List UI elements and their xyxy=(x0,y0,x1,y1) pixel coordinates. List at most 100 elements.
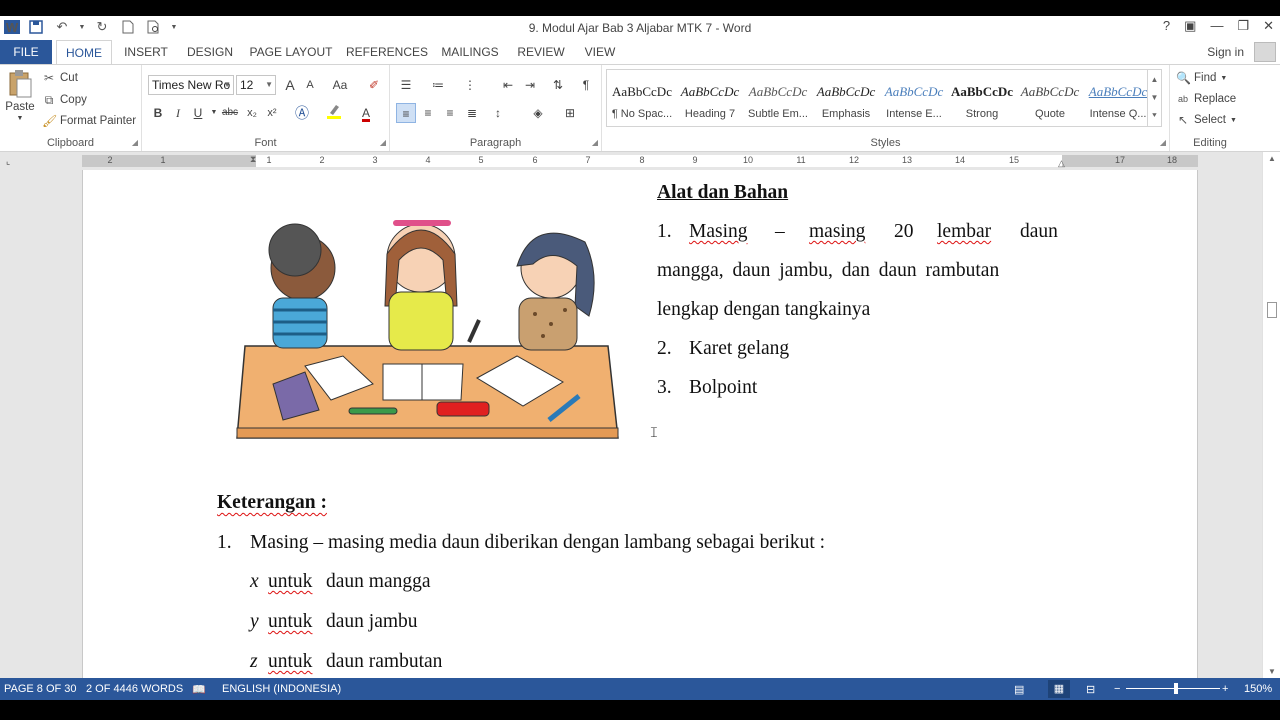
numbering-icon[interactable]: ≔ xyxy=(428,75,448,95)
align-center-icon[interactable]: ≡ xyxy=(418,103,438,123)
show-formatting-button[interactable]: ¶ xyxy=(576,75,596,95)
tab-mailings[interactable]: MAILINGS xyxy=(438,40,502,64)
text-effects-icon[interactable]: Ⓐ xyxy=(292,103,312,123)
bullets-icon[interactable]: ☰ xyxy=(396,75,416,95)
tab-review[interactable]: REVIEW xyxy=(514,40,568,64)
style-no-spacing[interactable]: AaBbCcDc ¶ No Spac... xyxy=(609,72,675,124)
style-quote[interactable]: AaBbCcDc Quote xyxy=(1017,72,1083,124)
ribbon-display-options-icon[interactable]: ▣ xyxy=(1184,18,1196,34)
document-page[interactable]: Alat dan Bahan 1. Masing – masing 20 lem… xyxy=(82,170,1198,678)
replace-button[interactable]: ab Replace xyxy=(1176,92,1236,106)
superscript-button[interactable]: x² xyxy=(262,103,282,123)
increase-indent-icon[interactable]: ⇥ xyxy=(520,75,540,95)
line-spacing-icon[interactable]: ↕ xyxy=(488,103,508,123)
style-emphasis[interactable]: AaBbCcDc Emphasis xyxy=(813,72,879,124)
horizontal-ruler[interactable]: ⌞ 2 1 1 2 3 4 5 6 7 8 9 10 11 12 13 14 1… xyxy=(0,152,1280,170)
ruler-number: 14 xyxy=(954,155,965,165)
paragraph-launcher-icon[interactable]: ◢ xyxy=(592,138,598,147)
tab-view[interactable]: VIEW xyxy=(578,40,622,64)
styles-launcher-icon[interactable]: ◢ xyxy=(1160,138,1166,147)
borders-icon[interactable]: ⊞ xyxy=(560,103,580,123)
multilevel-list-icon[interactable]: ⋮ xyxy=(460,75,480,95)
close-icon[interactable]: ✕ xyxy=(1263,18,1274,34)
shading-icon[interactable]: ◈ xyxy=(528,103,548,123)
tab-home[interactable]: HOME xyxy=(56,40,112,65)
title-bar: W ↶ ▼ ↻ ▼ 9. Modul Ajar Bab 3 Aljabar MT… xyxy=(0,16,1280,40)
highlight-color-icon[interactable] xyxy=(324,103,344,123)
font-size-box[interactable]: 12 ▼ xyxy=(236,75,276,95)
decrease-indent-icon[interactable]: ⇤ xyxy=(498,75,518,95)
gallery-down-icon[interactable]: ▼ xyxy=(1151,93,1159,102)
grow-font-button[interactable]: A xyxy=(280,75,300,95)
read-mode-icon[interactable]: ▤ xyxy=(1014,683,1024,696)
print-layout-icon[interactable]: ▦ xyxy=(1048,680,1070,698)
tab-file[interactable]: FILE xyxy=(0,40,52,64)
cut-button[interactable]: ✂ Cut xyxy=(42,71,78,85)
find-button[interactable]: 🔍 Find ▼ xyxy=(1176,71,1227,85)
word-count[interactable]: 2 OF 4446 WORDS xyxy=(86,683,183,695)
font-launcher-icon[interactable]: ◢ xyxy=(380,138,386,147)
ruler-number: 6 xyxy=(532,155,538,165)
select-dropdown-icon: ▼ xyxy=(1229,116,1237,124)
minimize-icon[interactable]: — xyxy=(1210,18,1223,34)
format-painter-button[interactable]: 🖌 Format Painter xyxy=(42,114,136,128)
tab-references[interactable]: REFERENCES xyxy=(346,40,428,64)
indent-marker-icon[interactable]: ⧗ xyxy=(250,154,256,165)
tab-insert[interactable]: INSERT xyxy=(118,40,174,64)
ruler-number: 7 xyxy=(585,155,591,165)
list-word: Masing xyxy=(689,221,748,242)
help-icon[interactable]: ? xyxy=(1163,18,1170,34)
italic-button[interactable]: I xyxy=(168,103,188,123)
web-layout-icon[interactable]: ⊟ xyxy=(1086,683,1095,696)
style-intense-quote[interactable]: AaBbCcDc Intense Q... xyxy=(1085,72,1151,124)
copy-button[interactable]: ⧉ Copy xyxy=(42,93,87,107)
subscript-button[interactable]: x₂ xyxy=(242,103,262,123)
right-indent-marker-icon[interactable]: △ xyxy=(1058,158,1065,169)
style-preview: AaBbCcDc xyxy=(748,84,808,99)
text-cursor-icon: 𝙸 xyxy=(649,424,659,440)
sort-icon[interactable]: ⇅ xyxy=(548,75,568,95)
style-subtle-emphasis[interactable]: AaBbCcDc Subtle Em... xyxy=(745,72,811,124)
align-left-icon[interactable]: ≡ xyxy=(396,103,416,123)
clipboard-launcher-icon[interactable]: ◢ xyxy=(132,138,138,147)
zoom-out-button[interactable]: − xyxy=(1114,683,1120,695)
page-count[interactable]: PAGE 8 OF 30 xyxy=(4,683,77,695)
select-button[interactable]: ↖ Select ▼ xyxy=(1176,113,1237,127)
zoom-in-button[interactable]: + xyxy=(1222,683,1228,695)
restore-icon[interactable]: ❐ xyxy=(1237,18,1249,34)
scroll-down-icon[interactable]: ▼ xyxy=(1263,667,1280,676)
align-right-icon[interactable]: ≡ xyxy=(440,103,460,123)
change-case-button[interactable]: Aa xyxy=(326,75,354,95)
zoom-slider-track[interactable] xyxy=(1126,688,1220,689)
proofing-icon[interactable]: 📖 xyxy=(192,683,206,696)
style-intense-emphasis[interactable]: AaBbCcDc Intense E... xyxy=(881,72,947,124)
tab-design[interactable]: DESIGN xyxy=(182,40,238,64)
vertical-scrollbar[interactable]: ▲ ▼ xyxy=(1262,152,1280,678)
ruler-number: 1 xyxy=(266,155,272,165)
scroll-up-icon[interactable]: ▲ xyxy=(1263,154,1280,163)
zoom-level[interactable]: 150% xyxy=(1244,683,1272,695)
scroll-thumb[interactable] xyxy=(1267,302,1277,318)
font-color-button[interactable]: A xyxy=(356,103,376,123)
paste-button[interactable]: Paste ▼ xyxy=(4,69,36,122)
tab-selector-icon[interactable]: ⌞ xyxy=(6,156,10,167)
language-indicator[interactable]: ENGLISH (INDONESIA) xyxy=(222,683,341,695)
sign-in-link[interactable]: Sign in xyxy=(1207,45,1244,59)
bold-button[interactable]: B xyxy=(148,103,168,123)
tab-page-layout[interactable]: PAGE LAYOUT xyxy=(248,40,334,64)
style-strong[interactable]: AaBbCcDc Strong xyxy=(949,72,1015,124)
user-avatar-icon[interactable] xyxy=(1254,42,1276,62)
replace-label: Replace xyxy=(1194,93,1237,105)
style-heading-7[interactable]: AaBbCcDc Heading 7 xyxy=(677,72,743,124)
word-untuk: untuk xyxy=(268,571,313,592)
gallery-more-icon[interactable]: ⯆ xyxy=(1151,111,1157,121)
font-name-box[interactable]: Times New Ro ▼ xyxy=(148,75,234,95)
gallery-up-icon[interactable]: ▲ xyxy=(1151,75,1159,84)
strikethrough-button[interactable]: abc xyxy=(220,103,240,123)
ruler-number: 9 xyxy=(692,155,698,165)
shrink-font-button[interactable]: A xyxy=(300,75,320,95)
justify-icon[interactable]: ≣ xyxy=(462,103,482,123)
clear-formatting-icon[interactable]: ✐ xyxy=(364,75,384,95)
leaf-label: daun rambutan xyxy=(326,651,443,672)
zoom-slider-thumb[interactable] xyxy=(1174,683,1178,694)
